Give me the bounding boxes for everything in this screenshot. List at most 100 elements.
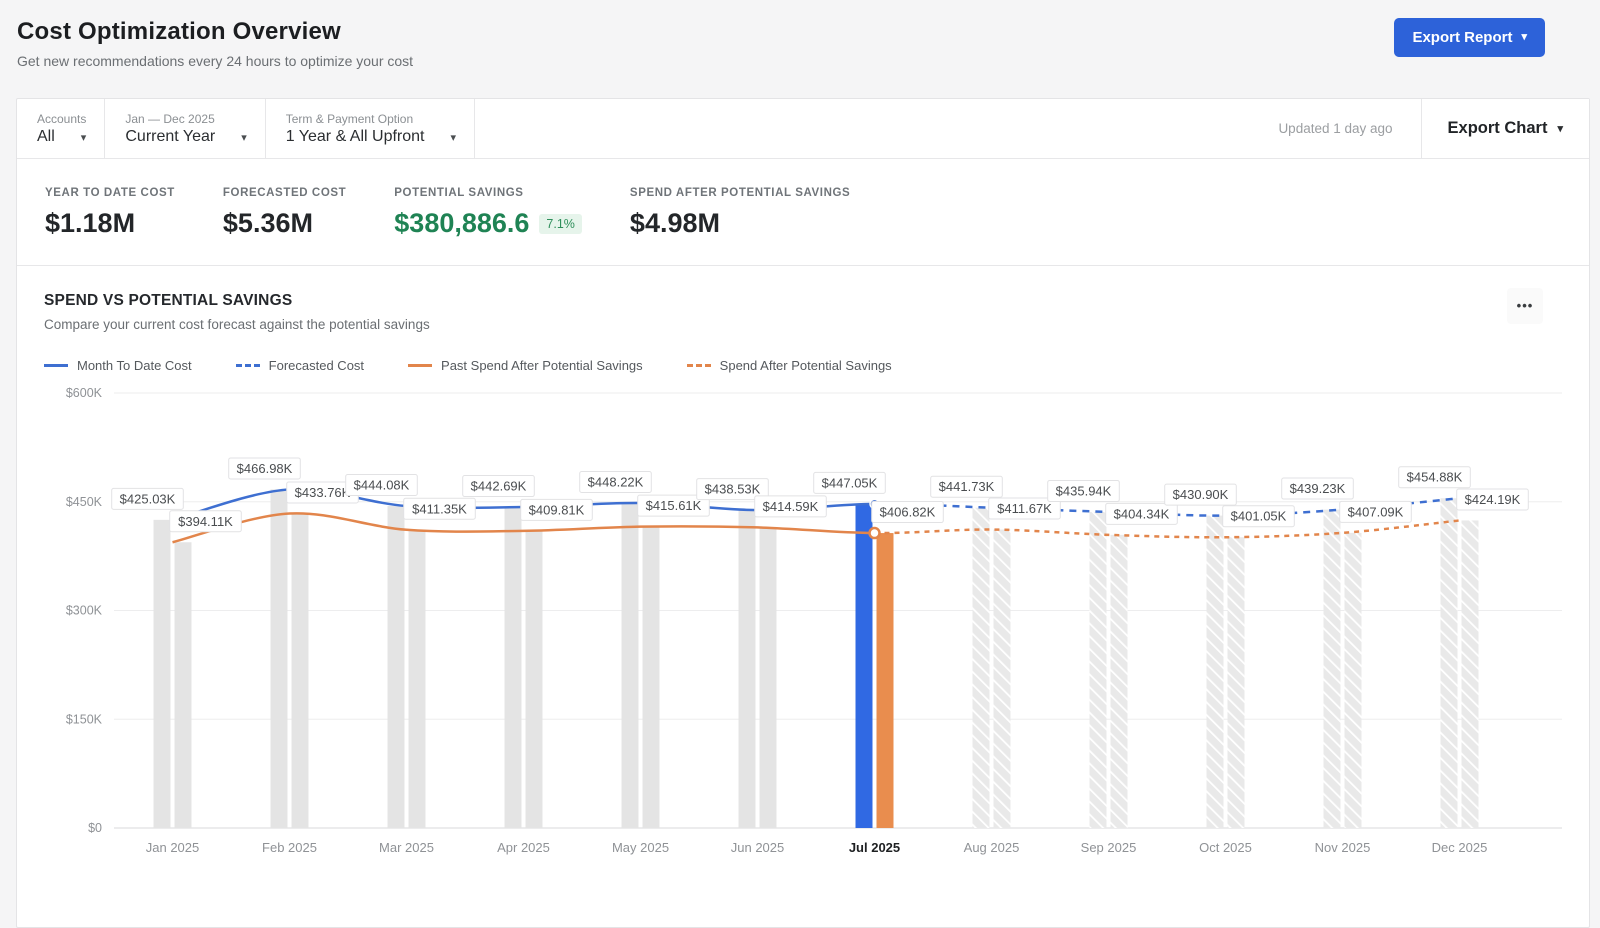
accounts-filter-dropdown[interactable]: Accounts All ▾ xyxy=(17,99,106,158)
chevron-down-icon: ▾ xyxy=(450,131,457,144)
y-axis-tick: $0 xyxy=(88,821,102,835)
period-filter-dropdown[interactable]: Jan — Dec 2025 Current Year ▾ xyxy=(105,99,266,158)
chevron-down-icon: ▾ xyxy=(241,131,247,144)
data-label: $406.82K xyxy=(871,501,944,524)
svg-text:$447.05K: $447.05K xyxy=(822,475,878,490)
legend-item[interactable]: Month To Date Cost xyxy=(44,358,192,373)
savings-percent-badge: 7.1% xyxy=(539,213,582,234)
chart-subtitle: Compare your current cost forecast again… xyxy=(44,317,430,332)
y-axis-tick: $600K xyxy=(66,386,103,400)
bar-after-savings[interactable] xyxy=(408,529,426,828)
svg-text:$454.88K: $454.88K xyxy=(1407,470,1463,485)
svg-text:$441.73K: $441.73K xyxy=(939,479,995,494)
export-report-label: Export Report xyxy=(1412,29,1513,46)
data-label: $414.59K xyxy=(754,495,827,518)
x-axis-tick: Jan 2025 xyxy=(146,840,200,855)
kpi-label: FORECASTED COST xyxy=(222,187,347,199)
bar-after-savings[interactable] xyxy=(642,526,660,828)
svg-text:$415.61K: $415.61K xyxy=(646,498,702,513)
bar-after-savings[interactable] xyxy=(1344,532,1362,828)
chart-section: SPEND VS POTENTIAL SAVINGS Compare your … xyxy=(17,266,1589,870)
term-payment-filter-label: Term & Payment Option xyxy=(285,112,414,126)
data-label: $466.98K xyxy=(228,457,301,480)
data-label: $448.22K xyxy=(579,471,652,494)
chevron-down-icon: ▾ xyxy=(1521,31,1527,43)
export-report-button[interactable]: Export Report ▾ xyxy=(1394,18,1545,57)
kpi-value: $4.98M xyxy=(629,208,720,238)
svg-text:$439.23K: $439.23K xyxy=(1290,481,1346,496)
svg-text:$442.69K: $442.69K xyxy=(471,479,527,494)
bar-cost[interactable] xyxy=(270,489,288,828)
legend-item-label: Month To Date Cost xyxy=(77,358,192,373)
bar-after-savings[interactable] xyxy=(759,527,777,828)
filter-spacer xyxy=(475,99,1278,158)
svg-text:$448.22K: $448.22K xyxy=(588,475,644,490)
bar-after-savings[interactable] xyxy=(876,533,894,828)
kpi-forecasted-cost: FORECASTED COST $5.36M xyxy=(223,187,346,239)
data-label: $411.35K xyxy=(403,497,476,520)
chart-title: SPEND VS POTENTIAL SAVINGS xyxy=(44,292,293,309)
kpi-year-to-date-cost: YEAR TO DATE COST $1.18M xyxy=(45,187,175,239)
bar-cost[interactable] xyxy=(153,519,171,828)
kpi-label: SPEND AFTER POTENTIAL SAVINGS xyxy=(629,187,851,199)
svg-text:$424.19K: $424.19K xyxy=(1465,492,1521,507)
data-label: $425.03K xyxy=(111,487,184,510)
term-payment-filter-dropdown[interactable]: Term & Payment Option 1 Year & All Upfro… xyxy=(266,99,476,158)
legend-item[interactable]: Forecasted Cost xyxy=(235,358,365,373)
legend-item[interactable]: Spend After Potential Savings xyxy=(686,358,892,373)
page-header: Cost Optimization Overview Get new recom… xyxy=(0,0,1600,69)
data-label: $409.81K xyxy=(520,498,593,521)
data-label: $435.94K xyxy=(1047,479,1120,502)
bar-cost[interactable] xyxy=(387,506,405,828)
bar-cost[interactable] xyxy=(1206,515,1224,828)
data-label: $439.23K xyxy=(1281,477,1354,500)
bar-cost[interactable] xyxy=(1323,509,1341,828)
bar-after-savings[interactable] xyxy=(993,529,1011,828)
bar-after-savings[interactable] xyxy=(525,530,543,828)
bar-cost[interactable] xyxy=(504,507,522,828)
legend-item[interactable]: Past Spend After Potential Savings xyxy=(408,358,643,373)
data-label: $394.11K xyxy=(169,510,242,533)
export-chart-button[interactable]: Export Chart ▾ xyxy=(1420,99,1589,158)
svg-text:$407.09K: $407.09K xyxy=(1348,504,1404,519)
bar-cost[interactable] xyxy=(621,503,639,828)
kpi-value: $5.36M xyxy=(222,208,313,238)
svg-text:$425.03K: $425.03K xyxy=(120,491,176,506)
x-axis-tick: Oct 2025 xyxy=(1199,840,1252,855)
more-options-button[interactable]: ••• xyxy=(1507,288,1543,324)
data-label: $441.73K xyxy=(930,475,1003,498)
x-axis-tick: Sep 2025 xyxy=(1081,840,1137,855)
bar-cost[interactable] xyxy=(1440,498,1458,828)
bar-after-savings[interactable] xyxy=(174,542,192,828)
bar-cost[interactable] xyxy=(972,507,990,828)
bar-after-savings[interactable] xyxy=(1227,537,1245,828)
chart-canvas[interactable]: $0 $150K $300K $450K $600K $425.03K $394.11K… xyxy=(44,381,1562,865)
bar-cost[interactable] xyxy=(855,503,873,828)
spend-vs-savings-chart[interactable]: $0 $150K $300K $450K $600K $425.03K $394.11K… xyxy=(44,381,1562,870)
data-label: $430.90K xyxy=(1164,483,1237,506)
svg-text:$435.94K: $435.94K xyxy=(1056,483,1112,498)
x-axis-tick: Feb 2025 xyxy=(262,840,317,855)
page-subtitle: Get new recommendations every 24 hours t… xyxy=(17,53,414,69)
legend-item-label: Forecasted Cost xyxy=(268,358,365,373)
y-axis-tick: $450K xyxy=(66,495,103,509)
bar-cost[interactable] xyxy=(738,510,756,828)
bar-after-savings[interactable] xyxy=(1110,534,1128,828)
bar-after-savings[interactable] xyxy=(291,513,309,828)
ellipsis-icon: ••• xyxy=(1516,298,1534,313)
x-axis-tick: Jun 2025 xyxy=(731,840,785,855)
svg-text:$411.67K: $411.67K xyxy=(997,501,1052,516)
bar-cost[interactable] xyxy=(1089,511,1107,828)
svg-text:$409.81K: $409.81K xyxy=(529,502,585,517)
data-label: $404.34K xyxy=(1105,502,1178,525)
svg-text:$466.98K: $466.98K xyxy=(237,461,293,476)
period-filter-value: Current Year xyxy=(125,128,216,145)
svg-text:$404.34K: $404.34K xyxy=(1114,506,1170,521)
legend-item-label: Spend After Potential Savings xyxy=(719,358,892,373)
kpi-value: $380,886.6 xyxy=(394,208,530,238)
solid-line-swatch-icon xyxy=(408,364,433,367)
x-axis-tick: May 2025 xyxy=(612,840,669,855)
bar-after-savings[interactable] xyxy=(1461,520,1479,828)
chart-legend: Month To Date Cost Forecasted Cost Past Sp… xyxy=(44,358,1562,373)
svg-text:$438.53K: $438.53K xyxy=(705,482,761,497)
